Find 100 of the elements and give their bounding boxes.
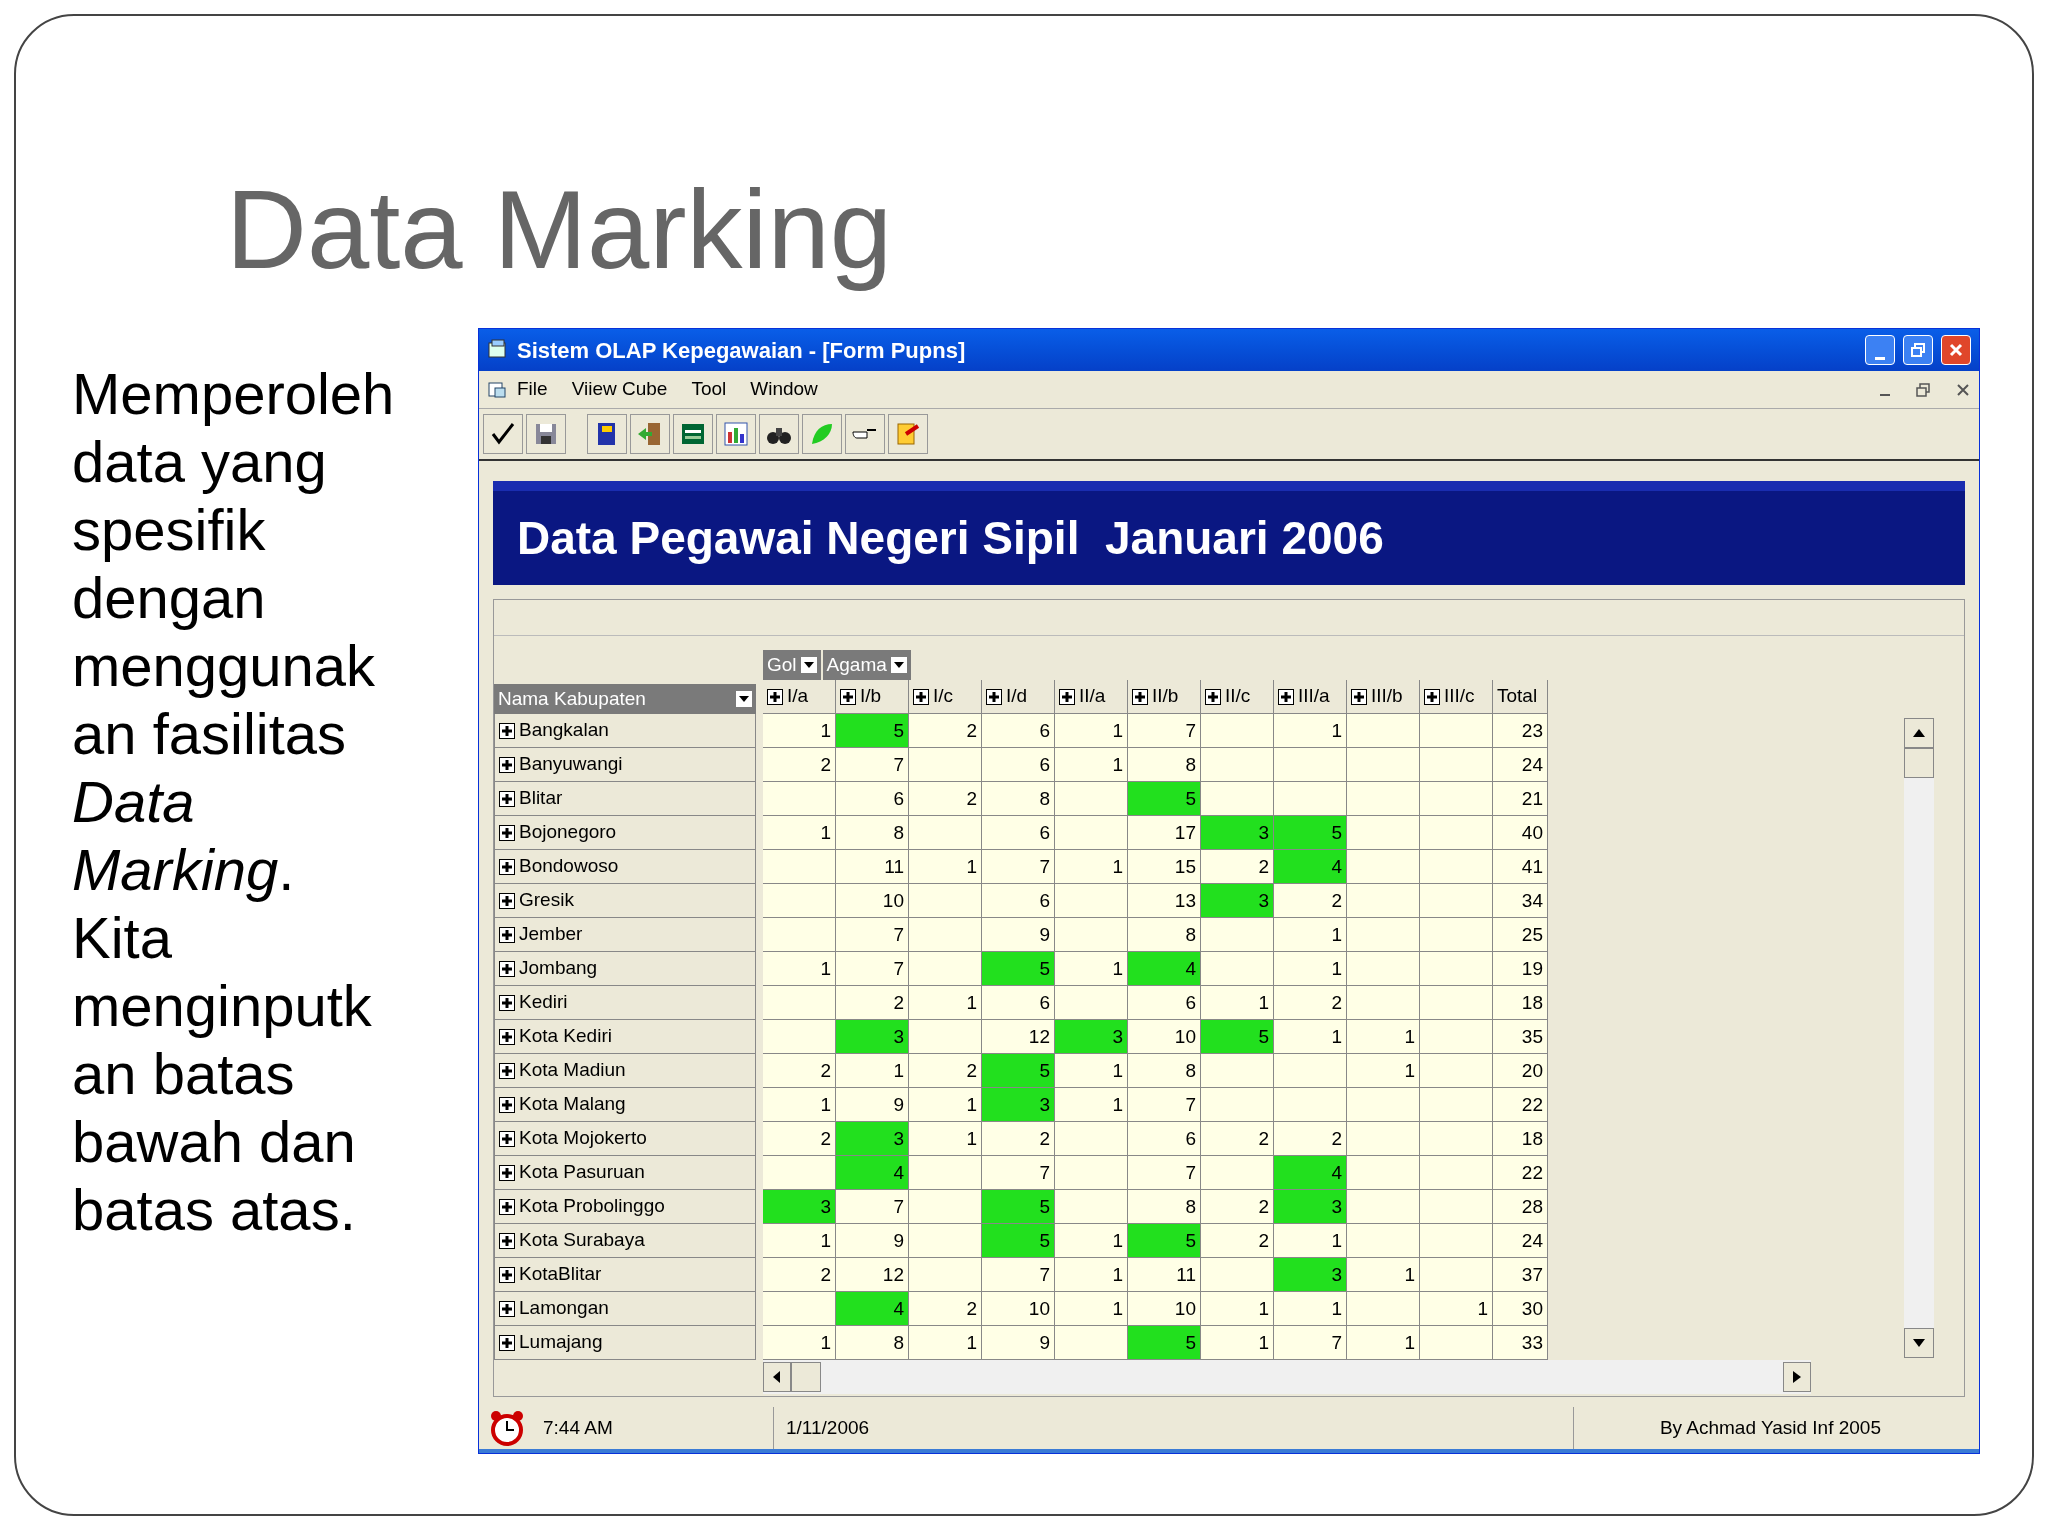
toolbar-button[interactable] (526, 414, 566, 454)
expand-icon[interactable] (913, 688, 929, 705)
expand-icon[interactable] (499, 1300, 515, 1317)
table-cell: 8 (982, 782, 1055, 816)
expand-icon[interactable] (499, 1096, 515, 1113)
expand-icon[interactable] (499, 756, 515, 773)
column-header[interactable]: I/c (909, 680, 982, 714)
column-header[interactable]: III/c (1420, 680, 1493, 714)
table-cell: 1 (1274, 1020, 1347, 1054)
row-header[interactable]: Kota Madiun (494, 1054, 756, 1088)
restore-icon (1910, 342, 1926, 358)
menu-item[interactable]: Window (750, 375, 818, 404)
scroll-left-button[interactable] (763, 1362, 791, 1392)
vertical-scroll-thumb[interactable] (1904, 748, 1934, 778)
row-header[interactable]: Kota Surabaya (494, 1224, 756, 1258)
table-cell: 2 (909, 714, 982, 748)
table-cell: 8 (1128, 1190, 1201, 1224)
row-header[interactable]: Lumajang (494, 1326, 756, 1360)
expand-icon[interactable] (499, 892, 515, 909)
table-cell: 10 (836, 884, 909, 918)
row-header[interactable]: Kota Malang (494, 1088, 756, 1122)
row-header[interactable]: Lamongan (494, 1292, 756, 1326)
toolbar-button[interactable] (716, 414, 756, 454)
expand-icon[interactable] (986, 688, 1002, 705)
expand-icon[interactable] (499, 994, 515, 1011)
row-header[interactable]: Jombang (494, 952, 756, 986)
expand-icon[interactable] (1351, 688, 1367, 705)
toolbar-button[interactable] (673, 414, 713, 454)
restore-button[interactable] (1903, 335, 1933, 365)
toolbar-button[interactable] (587, 414, 627, 454)
expand-icon[interactable] (767, 688, 783, 705)
row-header[interactable]: Kota Kediri (494, 1020, 756, 1054)
toolbar-button[interactable] (483, 414, 523, 454)
column-header[interactable]: I/a (763, 680, 836, 714)
column-header[interactable]: I/d (982, 680, 1055, 714)
expand-icon[interactable] (499, 1130, 515, 1147)
expand-icon[interactable] (1132, 688, 1148, 705)
row-header[interactable]: Kediri (494, 986, 756, 1020)
expand-icon[interactable] (499, 1028, 515, 1045)
menu-item[interactable]: Tool (691, 375, 727, 404)
toolbar-button[interactable] (759, 414, 799, 454)
column-header[interactable]: III/a (1274, 680, 1347, 714)
expand-icon[interactable] (499, 1198, 515, 1215)
expand-icon[interactable] (499, 1266, 515, 1283)
close-button[interactable] (1941, 335, 1971, 365)
row-header[interactable]: Jember (494, 918, 756, 952)
expand-icon[interactable] (840, 688, 856, 705)
table-cell: 2 (1201, 1224, 1274, 1258)
expand-icon[interactable] (499, 790, 515, 807)
horizontal-scroll-thumb[interactable] (791, 1362, 821, 1392)
table-cell: 9 (982, 918, 1055, 952)
column-header[interactable]: II/a (1055, 680, 1128, 714)
minimize-button[interactable] (1865, 335, 1895, 365)
row-header[interactable]: Bondowoso (494, 850, 756, 884)
row-header[interactable]: Gresik (494, 884, 756, 918)
row-header[interactable]: Kota Pasuruan (494, 1156, 756, 1190)
field-button[interactable]: Gol (763, 650, 821, 680)
expand-icon[interactable] (499, 1232, 515, 1249)
expand-icon[interactable] (1205, 688, 1221, 705)
expand-icon[interactable] (499, 1334, 515, 1351)
table-cell: 2 (909, 1292, 982, 1326)
column-header[interactable]: III/b (1347, 680, 1420, 714)
total-cell: 24 (1493, 1224, 1548, 1258)
row-header[interactable]: Kota Mojokerto (494, 1122, 756, 1156)
row-header[interactable]: Banyuwangi (494, 748, 756, 782)
row-field-button[interactable]: Nama Kabupaten (494, 684, 756, 714)
row-header[interactable]: Bojonegoro (494, 816, 756, 850)
menu-item[interactable]: Viiew Cube (571, 375, 668, 404)
scroll-right-button[interactable] (1783, 1362, 1811, 1392)
column-header[interactable]: II/c (1201, 680, 1274, 714)
mdi-restore-icon[interactable] (1915, 381, 1931, 398)
menu-item[interactable]: File (517, 375, 548, 404)
row-header[interactable]: KotaBlitar (494, 1258, 756, 1292)
table-cell: 8 (1128, 748, 1201, 782)
expand-icon[interactable] (499, 926, 515, 943)
total-cell: 20 (1493, 1054, 1548, 1088)
row-header[interactable]: Blitar (494, 782, 756, 816)
mdi-close-icon[interactable] (1955, 381, 1971, 398)
field-button[interactable]: Agama (822, 650, 911, 680)
expand-icon[interactable] (499, 960, 515, 977)
expand-icon[interactable] (1424, 688, 1440, 705)
expand-icon[interactable] (499, 1164, 515, 1181)
expand-icon[interactable] (1059, 688, 1075, 705)
table-cell: 1 (763, 816, 836, 850)
table-cell: 1 (763, 952, 836, 986)
row-header[interactable]: Kota Probolinggo (494, 1190, 756, 1224)
expand-icon[interactable] (499, 824, 515, 841)
table-cell: 3 (1274, 1258, 1347, 1292)
expand-icon[interactable] (499, 722, 515, 739)
total-cell: 25 (1493, 918, 1548, 952)
scroll-down-button[interactable] (1904, 1328, 1934, 1358)
total-cell: 33 (1493, 1326, 1548, 1360)
expand-icon[interactable] (1278, 688, 1294, 705)
scroll-up-button[interactable] (1904, 718, 1934, 748)
column-header[interactable]: II/b (1128, 680, 1201, 714)
row-header[interactable]: Bangkalan (494, 714, 756, 748)
column-header[interactable]: I/b (836, 680, 909, 714)
table-cell: 1 (1274, 918, 1347, 952)
expand-icon[interactable] (499, 858, 515, 875)
expand-icon[interactable] (499, 1062, 515, 1079)
